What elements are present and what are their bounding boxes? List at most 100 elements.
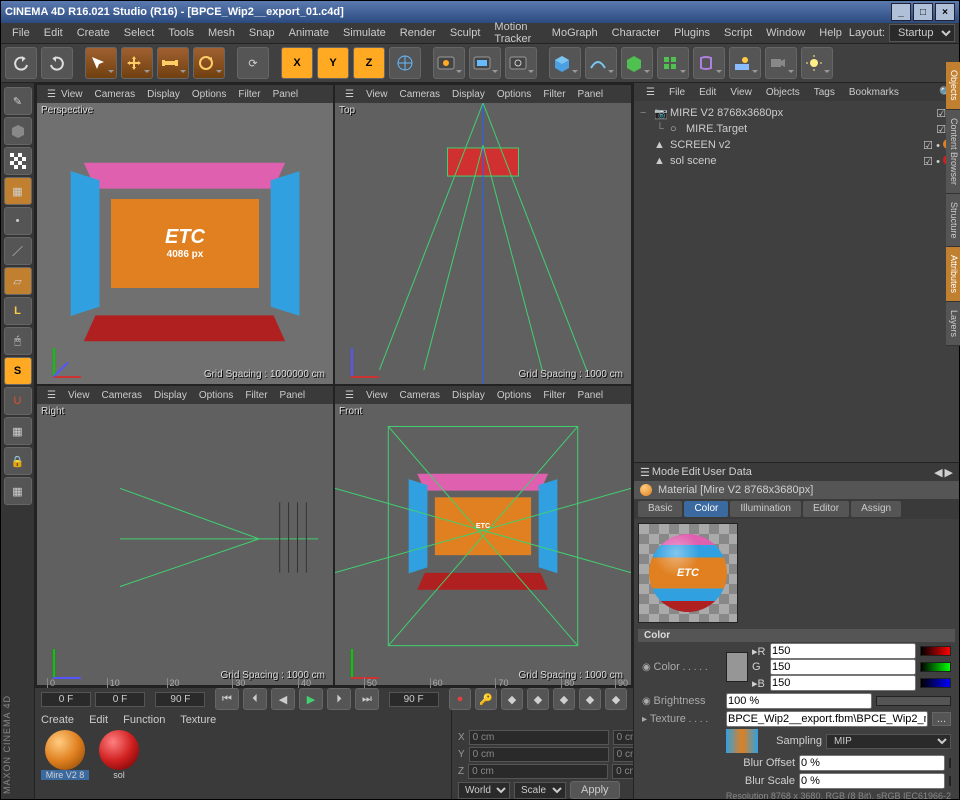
lock-z-toggle[interactable]: Z: [353, 47, 385, 79]
move-tool[interactable]: [121, 47, 153, 79]
viewport-perspective[interactable]: ☰ View Cameras Display Options Filter Pa…: [37, 85, 333, 384]
tab-layers[interactable]: Layers: [946, 302, 960, 346]
color-g-field[interactable]: [770, 659, 916, 675]
obj-menu-tags[interactable]: Tags: [808, 86, 841, 99]
coord-mode-select[interactable]: Scale: [514, 782, 566, 799]
edge-mode-tool[interactable]: ／: [4, 237, 32, 265]
vp-menu-cameras[interactable]: Cameras: [89, 88, 142, 101]
texture-path-field[interactable]: [726, 711, 928, 727]
add-camera-button[interactable]: [765, 47, 797, 79]
step-back-button[interactable]: ⏴: [243, 688, 267, 710]
tab-editor[interactable]: Editor: [803, 501, 849, 517]
menu-mograph[interactable]: MoGraph: [545, 25, 605, 41]
layout-select[interactable]: Startup: [889, 24, 955, 42]
attr-menu-edit[interactable]: Edit: [681, 466, 700, 478]
menu-edit[interactable]: Edit: [37, 25, 70, 41]
history-button[interactable]: ⟳: [237, 47, 269, 79]
point-mode-tool[interactable]: •: [4, 207, 32, 235]
bluroffset-field[interactable]: [799, 755, 945, 771]
tab-color[interactable]: Color: [684, 501, 728, 517]
apply-button[interactable]: Apply: [570, 781, 620, 799]
step-fwd-button[interactable]: ⏵: [327, 688, 351, 710]
color-r-field[interactable]: [770, 643, 916, 659]
coord-system-toggle[interactable]: [389, 47, 421, 79]
attr-menu-mode[interactable]: Mode: [652, 466, 680, 478]
minimize-button[interactable]: _: [891, 3, 911, 21]
current-frame-field[interactable]: [95, 692, 145, 707]
add-deformer-button[interactable]: [693, 47, 725, 79]
object-tree-item[interactable]: └○MIRE.Target☑ •: [640, 121, 953, 137]
lock-x-toggle[interactable]: X: [281, 47, 313, 79]
add-spline-button[interactable]: [585, 47, 617, 79]
menu-character[interactable]: Character: [605, 25, 667, 41]
add-generator-button[interactable]: [621, 47, 653, 79]
snap-toggle[interactable]: S: [4, 357, 32, 385]
viewport-front[interactable]: ☰ View Cameras Display Options Filter Pa…: [335, 386, 631, 685]
mat-menu-texture[interactable]: Texture: [180, 714, 216, 726]
vp-menu-options[interactable]: Options: [186, 88, 232, 101]
obj-menu-edit[interactable]: Edit: [693, 86, 722, 99]
model-mode-tool[interactable]: [4, 117, 32, 145]
select-tool[interactable]: [85, 47, 117, 79]
add-light-button[interactable]: [801, 47, 833, 79]
play-back-button[interactable]: ◀: [271, 688, 295, 710]
workplane-tool[interactable]: ▦: [4, 177, 32, 205]
add-environment-button[interactable]: [729, 47, 761, 79]
slider-blurscale[interactable]: [949, 776, 951, 786]
menu-window[interactable]: Window: [759, 25, 812, 41]
polygon-mode-tool[interactable]: ▱: [4, 267, 32, 295]
render-view-button[interactable]: [433, 47, 465, 79]
lock-y-toggle[interactable]: Y: [317, 47, 349, 79]
workplane-button[interactable]: ▦: [4, 417, 32, 445]
slider-bluroffset[interactable]: [949, 758, 951, 768]
vp-menu-filter[interactable]: Filter: [232, 88, 266, 101]
goto-start-button[interactable]: ⏮: [215, 688, 239, 710]
tab-illumination[interactable]: Illumination: [730, 501, 801, 517]
pos-x-field[interactable]: [469, 730, 609, 745]
menu-file[interactable]: File: [5, 25, 37, 41]
range-start-field[interactable]: [41, 692, 91, 707]
texture-browse-button[interactable]: ...: [932, 712, 951, 726]
menu-plugins[interactable]: Plugins: [667, 25, 717, 41]
render-settings-button[interactable]: [505, 47, 537, 79]
object-tree-item[interactable]: −📷MIRE V2 8768x3680px☑ •: [640, 105, 953, 121]
material-item[interactable]: Mire V2 8: [41, 730, 89, 780]
slider-b[interactable]: [920, 678, 951, 688]
key-pla-toggle[interactable]: ◆: [605, 688, 627, 710]
close-button[interactable]: ×: [935, 3, 955, 21]
menu-animate[interactable]: Animate: [282, 25, 336, 41]
key-pos-toggle[interactable]: ◆: [501, 688, 523, 710]
maximize-button[interactable]: □: [913, 3, 933, 21]
color-swatch[interactable]: [726, 652, 748, 682]
tab-content-browser[interactable]: Content Browser: [946, 110, 960, 194]
pos-z-field[interactable]: [468, 764, 608, 779]
record-button[interactable]: ●: [449, 688, 471, 710]
menu-help[interactable]: Help: [812, 25, 849, 41]
obj-menu-view[interactable]: View: [724, 86, 758, 99]
make-editable-tool[interactable]: ✎: [4, 87, 32, 115]
grid-tool[interactable]: ▦: [4, 477, 32, 505]
menu-simulate[interactable]: Simulate: [336, 25, 393, 41]
tab-attributes[interactable]: Attributes: [946, 247, 960, 302]
vp-menu-panel[interactable]: Panel: [267, 88, 305, 101]
menu-tools[interactable]: Tools: [161, 25, 201, 41]
tab-assign[interactable]: Assign: [851, 501, 901, 517]
blurscale-field[interactable]: [799, 773, 945, 789]
object-tree-item[interactable]: ▲SCREEN v2☑ •: [640, 137, 953, 153]
key-param-toggle[interactable]: ◆: [579, 688, 601, 710]
viewport-right[interactable]: ☰ View Cameras Display Options Filter Pa…: [37, 386, 333, 685]
goto-end-button[interactable]: ⏭: [355, 688, 379, 710]
render-picture-button[interactable]: [469, 47, 501, 79]
obj-menu-file[interactable]: File: [663, 86, 691, 99]
autokey-button[interactable]: 🔑: [475, 688, 497, 710]
tab-basic[interactable]: Basic: [638, 501, 682, 517]
attr-menu-userdata[interactable]: User Data: [702, 466, 752, 478]
menu-select[interactable]: Select: [117, 25, 162, 41]
sampling-select[interactable]: MIP: [826, 734, 951, 749]
slider-brightness[interactable]: [876, 696, 951, 706]
key-rot-toggle[interactable]: ◆: [553, 688, 575, 710]
menu-render[interactable]: Render: [393, 25, 443, 41]
vp-menu-display[interactable]: Display: [141, 88, 186, 101]
lock-tool[interactable]: 🔒: [4, 447, 32, 475]
material-preview[interactable]: ETC: [638, 523, 738, 623]
